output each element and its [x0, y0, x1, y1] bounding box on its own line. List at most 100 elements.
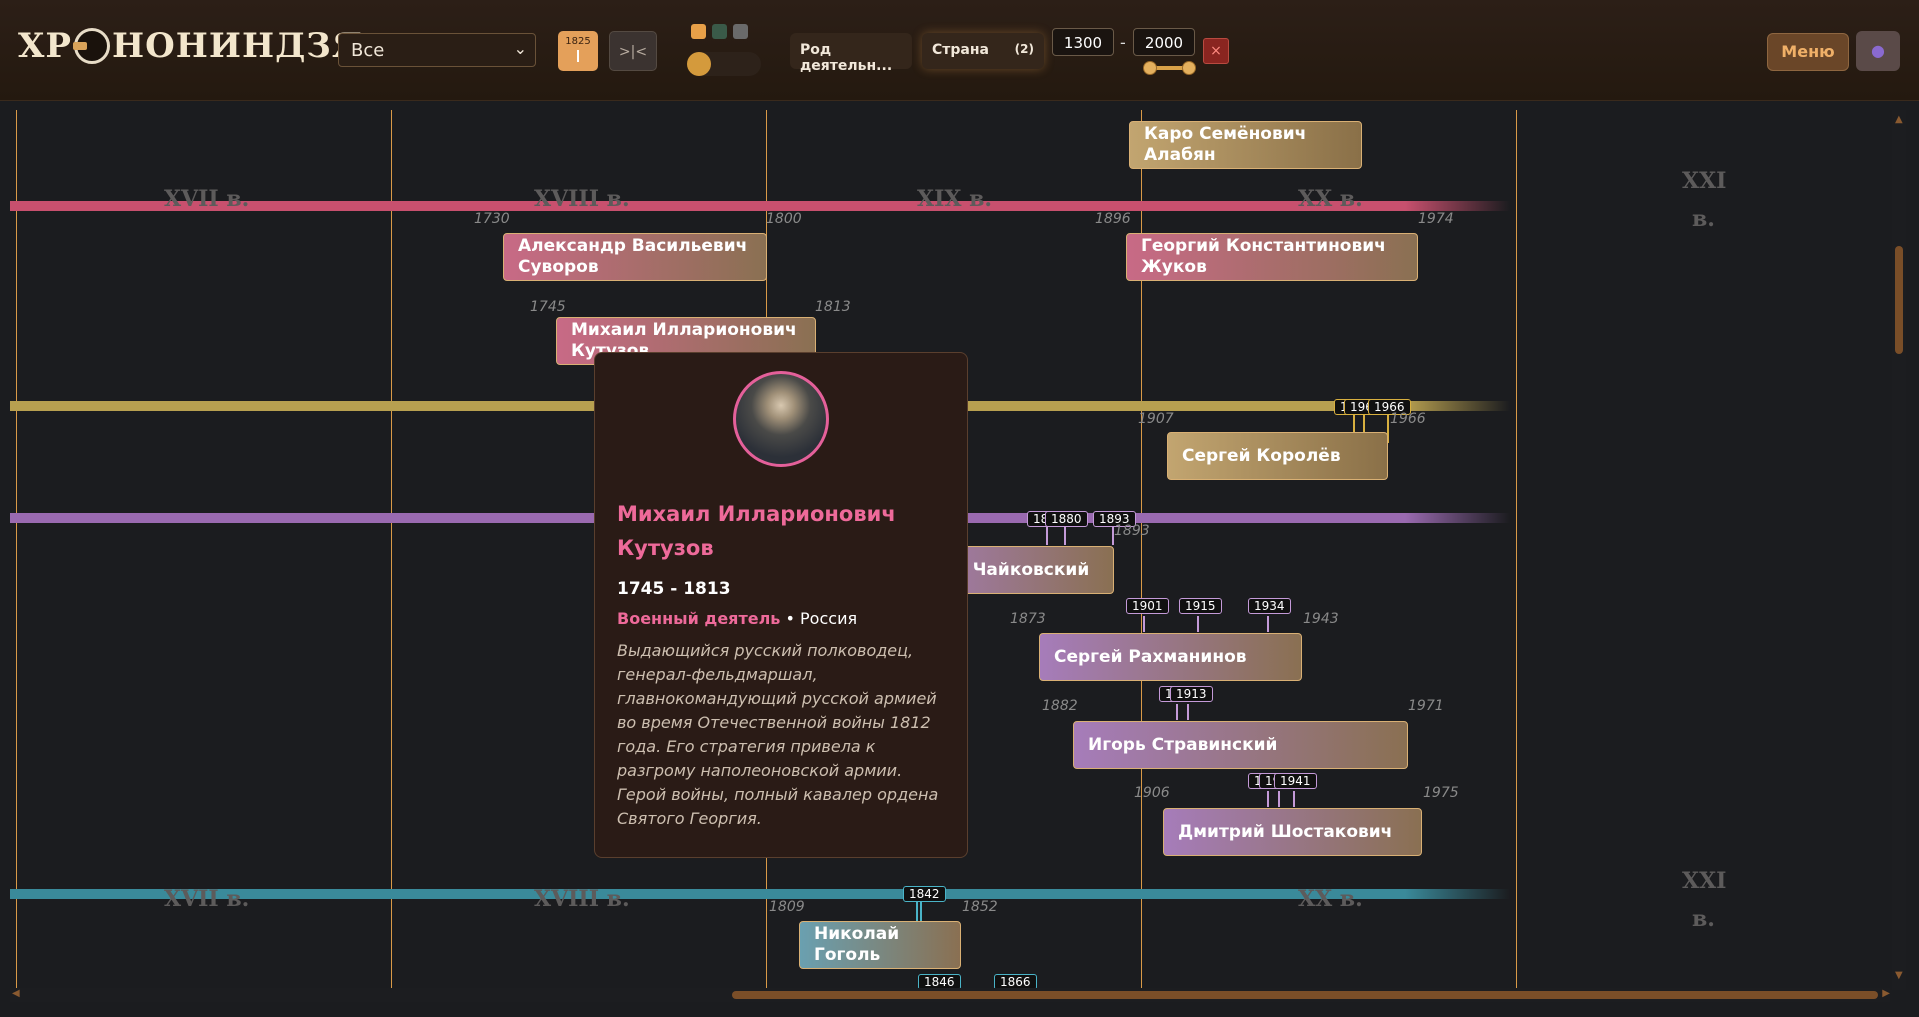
birth-year: 1873: [1010, 611, 1046, 627]
logo-text-start: ХР: [18, 26, 72, 66]
century-label: в.: [1692, 206, 1715, 232]
toggle-knob[interactable]: [687, 52, 711, 76]
century-label: XX в.: [1298, 186, 1363, 212]
century-line: [391, 110, 392, 990]
top-bar: ХР НОНИНДЗЯ Все ⌄ 1825 >|< Род деятельн.…: [0, 0, 1919, 101]
event-tag[interactable]: 1913: [1170, 686, 1213, 702]
marker-line-icon: [577, 50, 579, 62]
person-card-stravinsky[interactable]: Игорь Стравинский: [1073, 721, 1408, 769]
user-icon: ●: [1871, 41, 1885, 60]
scroll-down-icon[interactable]: ▼: [1895, 970, 1903, 981]
popup-country: Россия: [800, 609, 858, 628]
death-year: 1893: [1114, 523, 1150, 539]
activity-filter[interactable]: Род деятельн...: [790, 33, 912, 74]
event-tick: [1267, 616, 1269, 632]
death-year: 1943: [1303, 611, 1339, 627]
person-card-shostakovich[interactable]: Дмитрий Шостакович: [1163, 808, 1422, 856]
scroll-up-icon[interactable]: ▲: [1895, 114, 1903, 125]
birth-year: 1730: [474, 211, 510, 227]
theme-gray-button[interactable]: [733, 24, 748, 39]
theme-switcher: [691, 24, 748, 39]
country-filter[interactable]: Страна (2): [922, 33, 1044, 69]
user-button[interactable]: ●: [1856, 31, 1900, 71]
event-tag[interactable]: 1934: [1248, 598, 1291, 614]
death-year: 1975: [1423, 785, 1459, 801]
event-tick: [1187, 704, 1189, 720]
birth-year: 1809: [769, 899, 805, 915]
range-handle-end[interactable]: [1182, 61, 1196, 75]
year-range-slider[interactable]: [1143, 61, 1196, 75]
menu-button[interactable]: Меню: [1767, 33, 1849, 71]
death-year: 1966: [1390, 411, 1426, 427]
ninja-logo-icon: [72, 28, 110, 64]
event-tick: [1197, 616, 1199, 632]
century-label: XIX в.: [917, 186, 993, 212]
portrait-image: [733, 371, 829, 467]
century-label: XVII в.: [164, 886, 250, 912]
century-label: XVII в.: [164, 186, 250, 212]
logo[interactable]: ХР НОНИНДЗЯ: [18, 26, 363, 66]
year-marker-button[interactable]: 1825: [558, 31, 598, 71]
timeline-area[interactable]: XVII в. XVIII в. XIX в. XX в. XXI в. XVI…: [0, 110, 1905, 990]
death-year: 1813: [815, 299, 851, 315]
theme-warm-button[interactable]: [691, 24, 706, 39]
event-tag[interactable]: 1842: [903, 886, 946, 902]
century-label: XXI: [1682, 868, 1727, 894]
year-to-input[interactable]: 2000: [1133, 28, 1195, 56]
range-handle-start[interactable]: [1143, 61, 1157, 75]
person-card-rachmaninov[interactable]: Сергей Рахманинов: [1039, 633, 1302, 681]
century-label: XVIII в.: [534, 186, 630, 212]
event-tag[interactable]: 1880: [1045, 511, 1088, 527]
vertical-scroll-thumb[interactable]: [1895, 246, 1903, 354]
scroll-left-icon[interactable]: ◀: [12, 988, 20, 999]
vertical-scrollbar[interactable]: ▲ ▼: [1892, 110, 1906, 990]
century-line: [16, 110, 17, 990]
category-select-value: Все: [351, 40, 385, 61]
horizontal-scrollbar[interactable]: ◀ ▶: [10, 988, 1890, 1002]
year-marker-value: 1825: [565, 36, 591, 47]
event-tag[interactable]: 1901: [1126, 598, 1169, 614]
person-card-gogol[interactable]: Николай Гоголь: [799, 921, 961, 969]
scroll-right-icon[interactable]: ▶: [1882, 988, 1890, 999]
century-label: XVIII в.: [534, 886, 630, 912]
theme-green-button[interactable]: [712, 24, 727, 39]
event-tick: [1143, 616, 1145, 632]
country-filter-count: (2): [1014, 42, 1034, 56]
birth-year: 1906: [1134, 785, 1170, 801]
event-tick: [1267, 791, 1269, 807]
person-card-alabyan[interactable]: Каро Семёнович Алабян: [1129, 121, 1362, 169]
popup-dates: 1745 - 1813: [617, 579, 731, 599]
century-label: XXI: [1682, 168, 1727, 194]
century-label: в.: [1692, 906, 1715, 932]
clear-filters-button[interactable]: ×: [1203, 38, 1229, 64]
category-select[interactable]: Все ⌄: [338, 33, 536, 67]
person-card-suvorov[interactable]: Александр Васильевич Суворов: [503, 233, 767, 281]
birth-year: 1907: [1138, 411, 1174, 427]
compress-button[interactable]: >|<: [609, 31, 657, 71]
birth-year: 1896: [1095, 211, 1131, 227]
event-tick: [1046, 525, 1048, 545]
popup-meta: Военный деятель • Россия: [617, 609, 857, 628]
death-year: 1800: [766, 211, 802, 227]
birth-year: 1745: [530, 299, 566, 315]
horizontal-scroll-thumb[interactable]: [732, 991, 1878, 999]
popup-separator: •: [785, 609, 795, 628]
birth-year: 1882: [1042, 698, 1078, 714]
person-card-korolev[interactable]: Сергей Королёв: [1167, 432, 1388, 480]
death-year: 1971: [1408, 698, 1444, 714]
year-range-separator: -: [1120, 33, 1126, 52]
century-line: [1516, 110, 1517, 990]
popup-activity: Военный деятель: [617, 609, 781, 628]
display-toggle[interactable]: [687, 52, 761, 76]
popup-name: Михаил Илларионович Кутузов: [617, 502, 896, 560]
event-tag[interactable]: 1941: [1274, 773, 1317, 789]
event-tick: [1064, 525, 1066, 545]
person-popup: Михаил Илларионович Кутузов 1745 - 1813 …: [594, 352, 968, 858]
event-tag[interactable]: 1915: [1179, 598, 1222, 614]
event-tick: [1293, 791, 1295, 807]
century-label: XX в.: [1298, 886, 1363, 912]
year-from-input[interactable]: 1300: [1052, 28, 1114, 56]
person-card-zhukov[interactable]: Георгий Константинович Жуков: [1126, 233, 1418, 281]
event-tick: [1176, 704, 1178, 720]
event-tick: [1278, 791, 1280, 807]
